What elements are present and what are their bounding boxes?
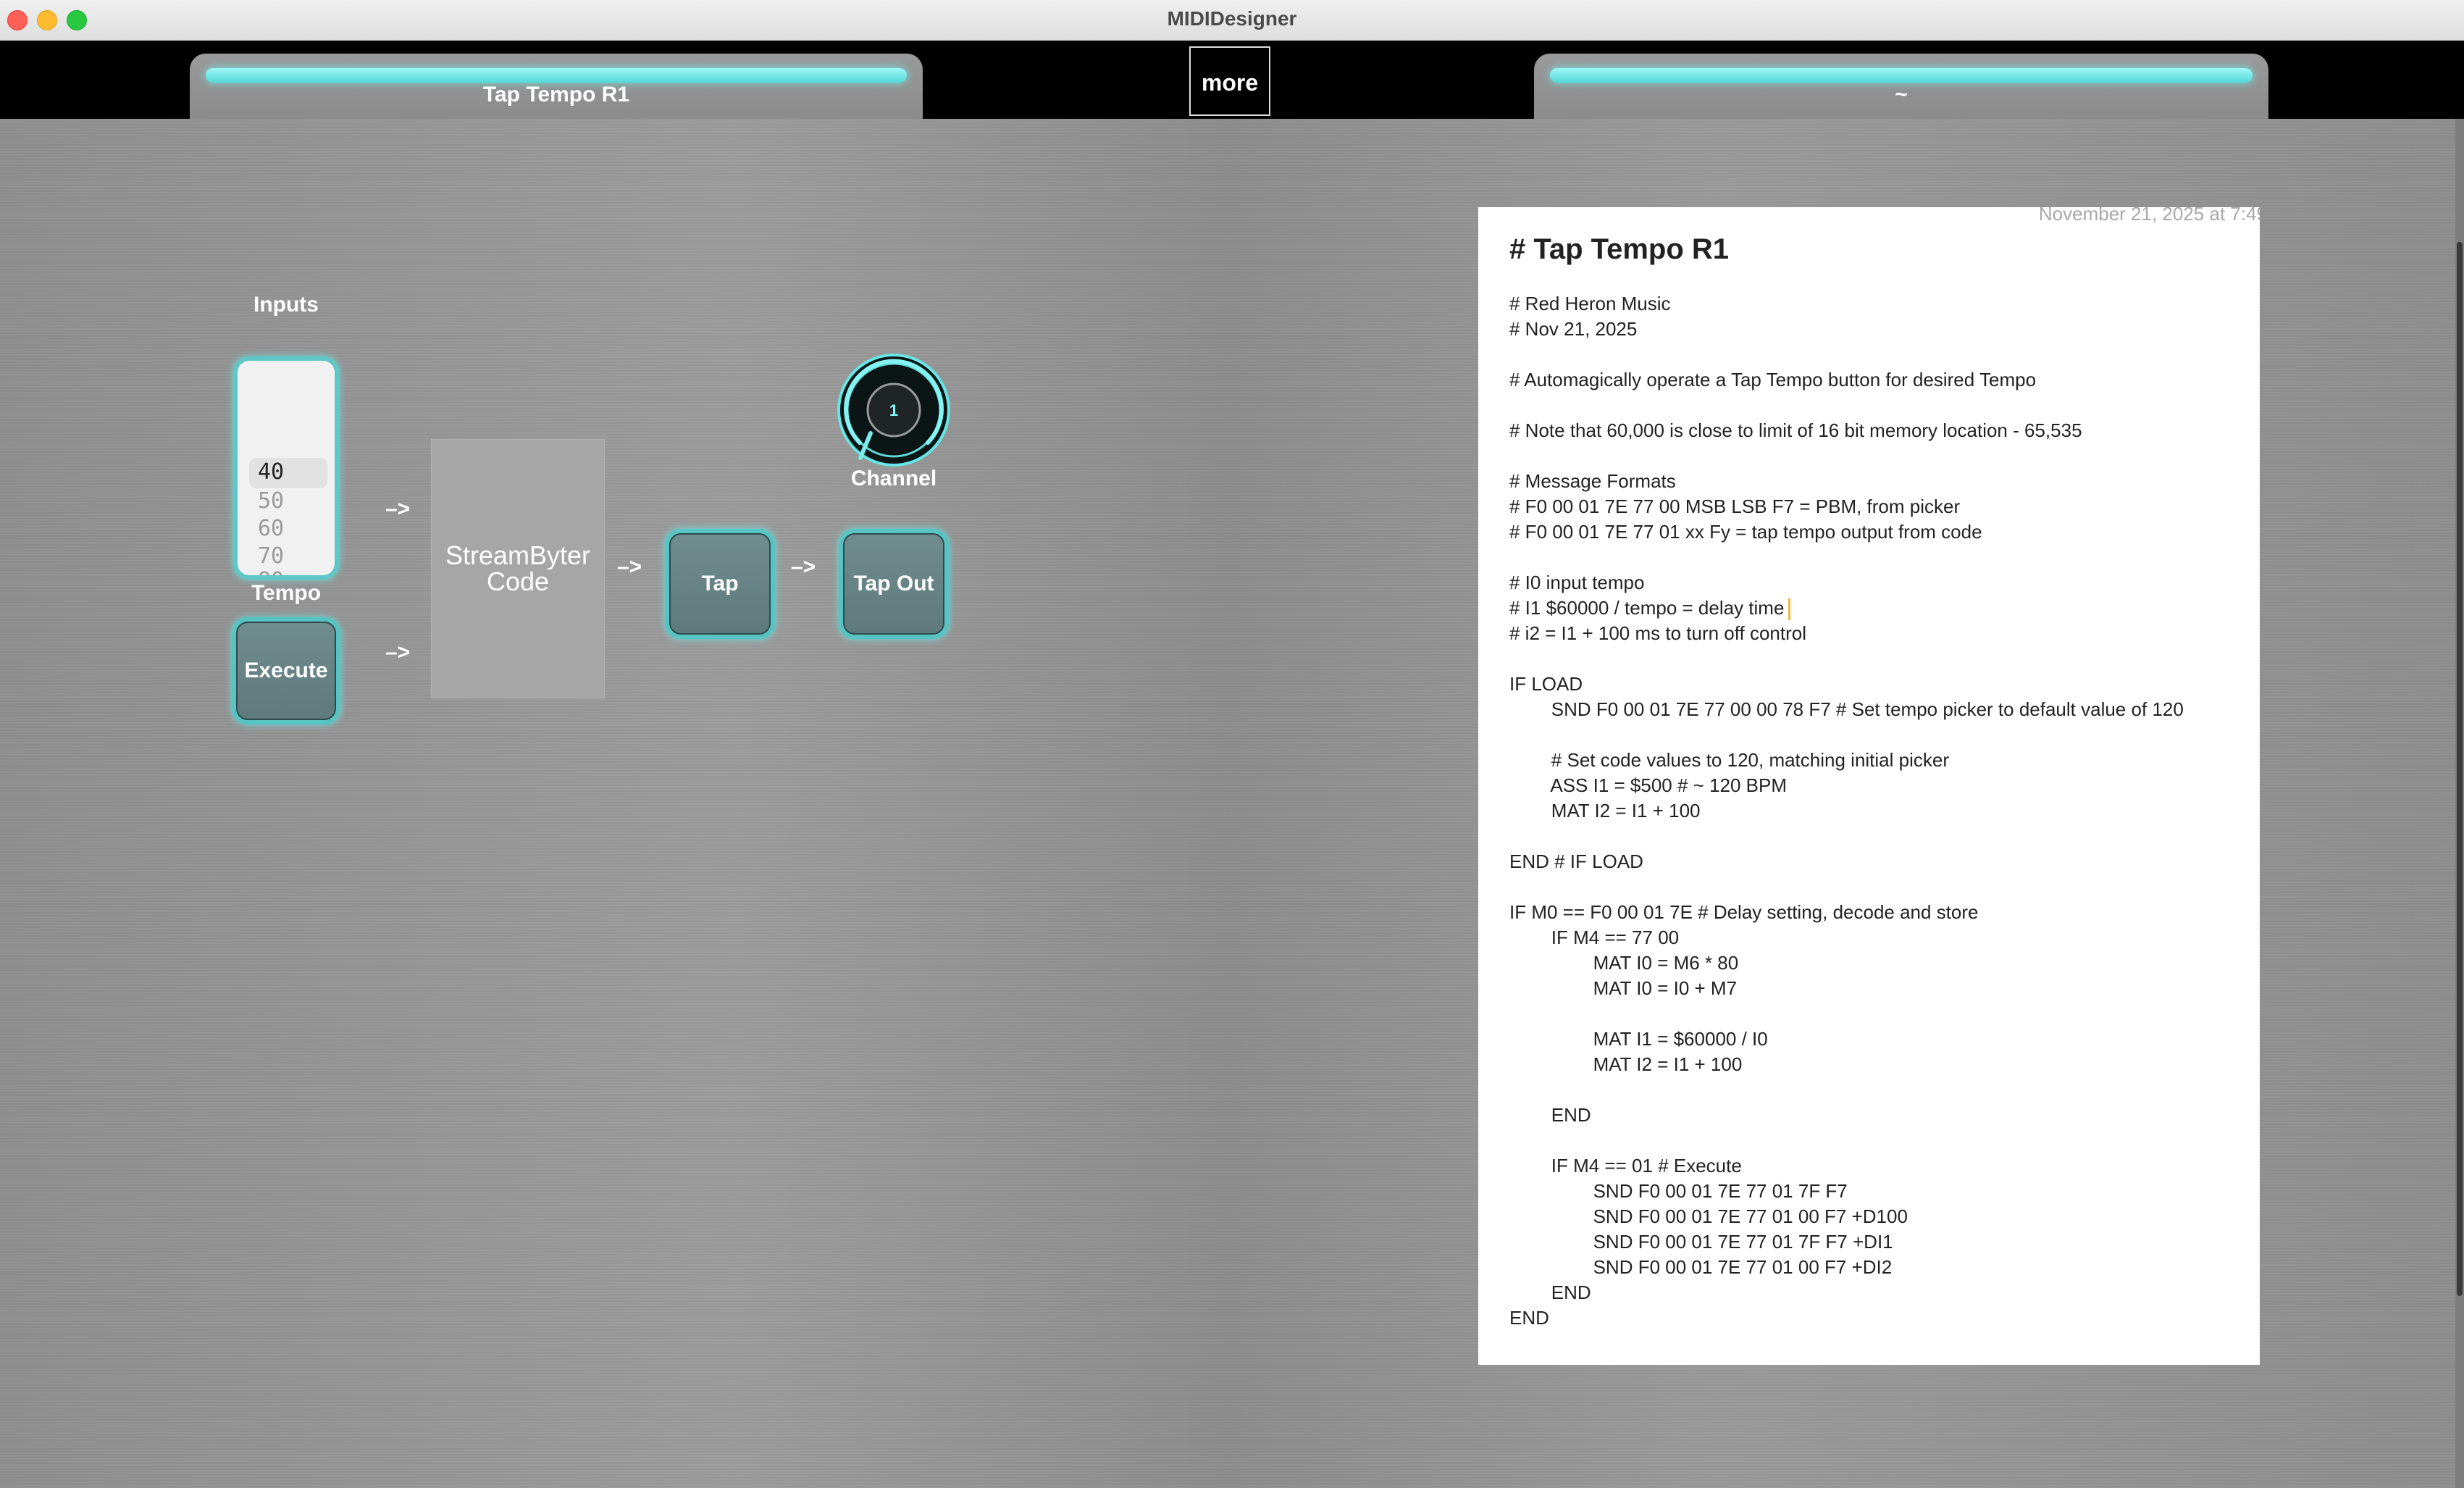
- tab-tap-tempo[interactable]: Tap Tempo R1: [190, 54, 923, 119]
- tab-label: ~: [1895, 83, 1908, 106]
- tempo-picker[interactable]: 40 50 60 70 80: [233, 356, 339, 580]
- note-body[interactable]: # Red Heron Music # Nov 21, 2025 # Automag…: [1509, 291, 2253, 1331]
- note-line[interactable]: # F0 00 01 7E 77 00 MSB LSB F7 = PBM, fr…: [1509, 494, 2253, 519]
- note-line[interactable]: [1509, 545, 2253, 570]
- note-line[interactable]: # I0 input tempo: [1509, 570, 2253, 595]
- note-line[interactable]: END: [1509, 1305, 2253, 1331]
- tap-out-button-label: Tap Out: [843, 533, 944, 635]
- note-line[interactable]: SND F0 00 01 7E 77 00 00 78 F7 # Set tem…: [1509, 697, 2253, 722]
- note-line[interactable]: # Automagically operate a Tap Tempo butt…: [1509, 367, 2253, 393]
- note-line[interactable]: # I1 $60000 / tempo = delay time: [1509, 595, 2253, 621]
- tempo-label: Tempo: [251, 581, 322, 605]
- channel-knob[interactable]: 1: [836, 352, 952, 468]
- note-line[interactable]: IF LOAD: [1509, 672, 2253, 697]
- note-line[interactable]: [1509, 1077, 2253, 1103]
- tap-button-label: Tap: [669, 533, 771, 635]
- tab-indicator: [1550, 68, 2253, 83]
- vertical-scrollbar[interactable]: [2455, 119, 2464, 1488]
- tap-out-button[interactable]: Tap Out: [839, 529, 949, 639]
- flow-arrow: –>: [385, 640, 411, 664]
- note-line[interactable]: # Red Heron Music: [1509, 291, 2253, 317]
- flow-arrow: –>: [385, 497, 411, 521]
- tab-indicator: [206, 68, 907, 83]
- note-line[interactable]: SND F0 00 01 7E 77 01 00 F7 +DI2: [1509, 1255, 2253, 1280]
- note-line[interactable]: [1509, 443, 2253, 469]
- note-line[interactable]: IF M0 == F0 00 01 7E # Delay setting, de…: [1509, 900, 2253, 925]
- note-line[interactable]: [1509, 393, 2253, 418]
- streambyter-label-line1: StreamByter: [445, 540, 591, 570]
- scrollbar-thumb[interactable]: [2457, 242, 2463, 1296]
- inputs-label: Inputs: [253, 293, 319, 317]
- note-line[interactable]: MAT I0 = M6 * 80: [1509, 950, 2253, 976]
- note-line[interactable]: [1509, 1128, 2253, 1153]
- note-line[interactable]: [1509, 646, 2253, 672]
- note-line[interactable]: END: [1509, 1103, 2253, 1128]
- tempo-picker-wheel[interactable]: 40 50 60 70 80: [238, 361, 335, 575]
- note-line[interactable]: # Note that 60,000 is close to limit of …: [1509, 418, 2253, 443]
- picker-item[interactable]: 80: [258, 568, 284, 575]
- note-line[interactable]: [1509, 722, 2253, 748]
- tab-label: Tap Tempo R1: [482, 83, 630, 106]
- note-title[interactable]: # Tap Tempo R1: [1509, 233, 1729, 266]
- channel-label: Channel: [850, 467, 937, 490]
- picker-item[interactable]: 70: [258, 543, 284, 569]
- flow-arrow: –>: [617, 555, 642, 579]
- picker-item[interactable]: 50: [258, 488, 284, 514]
- note-line[interactable]: MAT I2 = I1 + 100: [1509, 1052, 2253, 1077]
- note-line[interactable]: # Set code values to 120, matching initi…: [1509, 748, 2253, 773]
- note-line[interactable]: [1509, 874, 2253, 900]
- note-line[interactable]: MAT I0 = I0 + M7: [1509, 976, 2253, 1001]
- picker-item[interactable]: 60: [258, 516, 284, 541]
- title-bar: MIDIDesigner: [0, 0, 2464, 41]
- note-line[interactable]: END: [1509, 1280, 2253, 1305]
- note-line[interactable]: [1509, 342, 2253, 367]
- note-line[interactable]: # F0 00 01 7E 77 01 xx Fy = tap tempo ou…: [1509, 519, 2253, 545]
- notes-document[interactable]: November 21, 2025 at 7:49 # Tap Tempo R1…: [1478, 207, 2260, 1365]
- note-line[interactable]: SND F0 00 01 7E 77 01 7F F7 +DI1: [1509, 1229, 2253, 1255]
- note-line[interactable]: IF M4 == 01 # Execute: [1509, 1153, 2253, 1179]
- note-line[interactable]: IF M4 == 77 00: [1509, 925, 2253, 950]
- note-line[interactable]: MAT I1 = $60000 / I0: [1509, 1027, 2253, 1052]
- note-line[interactable]: # i2 = I1 + 100 ms to turn off control: [1509, 621, 2253, 646]
- execute-button-label: Execute: [236, 622, 336, 720]
- note-line[interactable]: [1509, 824, 2253, 849]
- channel-value: 1: [889, 401, 898, 419]
- streambyter-label-line2: Code: [486, 567, 550, 596]
- execute-button[interactable]: Execute: [232, 617, 340, 724]
- note-line[interactable]: MAT I2 = I1 + 100: [1509, 798, 2253, 824]
- more-button[interactable]: more: [1189, 46, 1270, 116]
- window-title: MIDIDesigner: [1167, 7, 1297, 30]
- streambyter-code-block: StreamByter Code: [431, 439, 605, 698]
- note-line[interactable]: [1509, 1001, 2253, 1027]
- note-line[interactable]: SND F0 00 01 7E 77 01 7F F7: [1509, 1179, 2253, 1204]
- note-line[interactable]: # Nov 21, 2025: [1509, 317, 2253, 342]
- tab-tilde[interactable]: ~: [1534, 54, 2268, 119]
- note-line[interactable]: SND F0 00 01 7E 77 01 00 F7 +D100: [1509, 1204, 2253, 1229]
- flow-arrow: –>: [791, 555, 816, 579]
- note-line[interactable]: ASS I1 = $500 # ~ 120 BPM: [1509, 773, 2253, 798]
- note-line[interactable]: # Message Formats: [1509, 469, 2253, 494]
- tap-button[interactable]: Tap: [665, 529, 775, 639]
- text-cursor: [1788, 598, 1791, 621]
- note-timestamp: November 21, 2025 at 7:49: [2038, 207, 2260, 225]
- note-line[interactable]: END # IF LOAD: [1509, 849, 2253, 874]
- picker-item-selected[interactable]: 40: [258, 459, 284, 485]
